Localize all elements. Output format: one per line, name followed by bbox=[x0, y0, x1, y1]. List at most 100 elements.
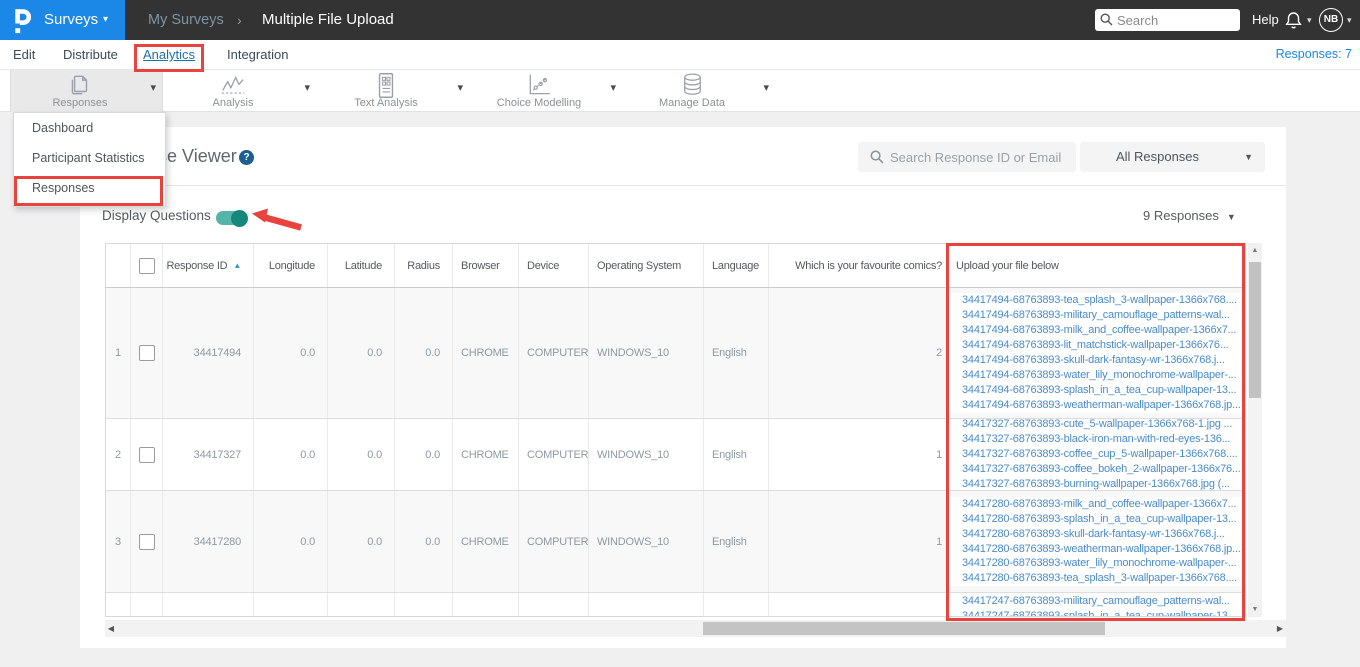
toolbar-choice-modelling[interactable]: Choice Modelling ▾ bbox=[469, 70, 622, 112]
scroll-left-button[interactable]: ◀ bbox=[105, 620, 117, 637]
cell-language bbox=[704, 593, 769, 616]
cell-longitude: 0.0 bbox=[254, 288, 328, 418]
cell-radius: 0.0 bbox=[395, 288, 453, 418]
cell-cbx bbox=[131, 593, 163, 616]
sort-ascending-icon: ▲ bbox=[233, 261, 241, 270]
header-cell[interactable]: Response ID ▲ bbox=[163, 244, 254, 287]
column-header-response-id[interactable]: Response ID bbox=[166, 260, 227, 272]
scroll-up-button[interactable]: ▲ bbox=[1248, 243, 1262, 258]
cell-browser: CHROME bbox=[453, 491, 519, 592]
tab-distribute[interactable]: Distribute bbox=[63, 40, 118, 69]
column-header-radius[interactable]: Radius bbox=[407, 260, 440, 272]
column-header-operating-system[interactable]: Operating System bbox=[597, 260, 681, 272]
cell-language: English bbox=[704, 419, 769, 490]
cell-longitude: 0.0 bbox=[254, 419, 328, 490]
notifications-chevron-icon[interactable]: ▾ bbox=[1307, 0, 1312, 40]
toolbar-manage-data[interactable]: Manage Data ▾ bbox=[622, 70, 775, 112]
row-checkbox[interactable] bbox=[138, 533, 155, 550]
scroll-right-button[interactable]: ▶ bbox=[1274, 620, 1286, 637]
cell-browser bbox=[453, 593, 519, 616]
vertical-scrollbar: ▲ ▼ bbox=[1248, 243, 1262, 617]
responses-count[interactable]: Responses: 7 bbox=[1276, 40, 1352, 69]
header-cell[interactable]: Which is your favourite comics? bbox=[769, 244, 948, 287]
horizontal-scrollbar-thumb[interactable] bbox=[703, 622, 1105, 635]
header-cell[interactable]: Operating System bbox=[589, 244, 704, 287]
column-header-browser[interactable]: Browser bbox=[461, 260, 500, 272]
cell-language: English bbox=[704, 288, 769, 418]
row-checkbox[interactable] bbox=[138, 345, 155, 361]
cell-language: English bbox=[704, 491, 769, 592]
cell-favourite_comics bbox=[769, 593, 948, 616]
notifications-bell-icon[interactable] bbox=[1285, 11, 1302, 35]
response-search bbox=[858, 142, 1076, 172]
cell-latitude: 0.0 bbox=[328, 491, 395, 592]
divider bbox=[102, 185, 1286, 186]
cell-favourite_comics: 1 bbox=[769, 419, 948, 490]
row-checkbox[interactable] bbox=[138, 446, 155, 463]
header-cell[interactable]: Language bbox=[704, 244, 769, 287]
column-header-which-is-your-favourite-comics-[interactable]: Which is your favourite comics? bbox=[795, 260, 942, 272]
cell-response_id bbox=[163, 593, 254, 616]
chevron-down-icon[interactable]: ▾ bbox=[304, 81, 310, 94]
column-header-longitude[interactable]: Longitude bbox=[269, 260, 315, 272]
global-search-input[interactable] bbox=[1117, 9, 1235, 31]
breadcrumb-my-surveys[interactable]: My Surveys bbox=[148, 0, 224, 40]
cell-device: COMPUTER bbox=[519, 419, 589, 490]
help-link[interactable]: Help bbox=[1252, 0, 1279, 40]
account-chevron-icon[interactable]: ▾ bbox=[1347, 0, 1352, 40]
chevron-down-icon[interactable]: ▾ bbox=[150, 81, 156, 94]
annotation-box-analytics bbox=[134, 44, 204, 72]
menu-item-dashboard[interactable]: Dashboard bbox=[14, 113, 165, 143]
menu-item-participant-statistics[interactable]: Participant Statistics bbox=[14, 143, 165, 173]
header-cell[interactable]: Radius bbox=[395, 244, 453, 287]
response-search-input[interactable] bbox=[890, 142, 1070, 172]
chevron-down-icon[interactable]: ▾ bbox=[763, 81, 769, 94]
cell-favourite_comics: 2 bbox=[769, 288, 948, 418]
responses-icon bbox=[11, 72, 149, 98]
display-questions-label: Display Questions bbox=[102, 208, 211, 223]
select-all-checkbox[interactable] bbox=[138, 257, 155, 274]
cell-cbx bbox=[131, 288, 163, 418]
column-header-device[interactable]: Device bbox=[527, 260, 559, 272]
analytics-toolbar: Responses ▾ Analysis ▾ Text Analysis ▾ Choice … bbox=[0, 70, 1360, 112]
display-questions-toggle[interactable] bbox=[216, 209, 248, 227]
help-icon[interactable]: ? bbox=[239, 150, 254, 165]
horizontal-scrollbar: ◀ ▶ bbox=[105, 620, 1286, 637]
manage-data-icon bbox=[622, 72, 762, 98]
avatar[interactable]: NB bbox=[1319, 8, 1343, 32]
top-bar: Surveys ▾ My Surveys › Multiple File Upl… bbox=[0, 0, 1360, 40]
vertical-scrollbar-thumb[interactable] bbox=[1249, 262, 1261, 398]
responses-count-dropdown[interactable]: 9 Responses ▼ bbox=[1143, 208, 1236, 223]
column-header-language[interactable]: Language bbox=[712, 260, 759, 272]
annotation-arrow bbox=[252, 208, 302, 231]
chevron-down-icon: ▼ bbox=[1226, 212, 1236, 222]
scroll-down-button[interactable]: ▼ bbox=[1248, 602, 1262, 617]
cell-os: WINDOWS_10 bbox=[589, 491, 704, 592]
header-cell[interactable] bbox=[106, 244, 131, 287]
header-cell[interactable]: Device bbox=[519, 244, 589, 287]
tab-edit[interactable]: Edit bbox=[13, 40, 35, 69]
toolbar-text-analysis[interactable]: Text Analysis ▾ bbox=[316, 70, 469, 112]
search-icon bbox=[870, 150, 884, 164]
surveys-product-menu[interactable]: Surveys ▾ bbox=[0, 0, 125, 40]
column-header-latitude[interactable]: Latitude bbox=[345, 260, 382, 272]
text-analysis-icon bbox=[316, 72, 456, 98]
cell-num: 2 bbox=[106, 419, 131, 490]
page: Surveys ▾ My Surveys › Multiple File Upl… bbox=[0, 0, 1360, 667]
header-cell[interactable]: Longitude bbox=[254, 244, 328, 287]
header-cell[interactable]: Latitude bbox=[328, 244, 395, 287]
questionpro-logo-icon bbox=[13, 7, 33, 39]
toolbar-analysis[interactable]: Analysis ▾ bbox=[163, 70, 316, 112]
cell-cbx bbox=[131, 419, 163, 490]
header-cell[interactable]: Browser bbox=[453, 244, 519, 287]
cell-latitude bbox=[328, 593, 395, 616]
cell-favourite_comics: 1 bbox=[769, 491, 948, 592]
chevron-down-icon[interactable]: ▾ bbox=[457, 81, 463, 94]
chevron-down-icon[interactable]: ▾ bbox=[610, 81, 616, 94]
response-filter-dropdown[interactable]: All Responses ▼ bbox=[1080, 142, 1265, 172]
cell-radius: 0.0 bbox=[395, 491, 453, 592]
cell-browser: CHROME bbox=[453, 288, 519, 418]
tab-integration[interactable]: Integration bbox=[227, 40, 288, 69]
toolbar-responses[interactable]: Responses ▾ bbox=[10, 70, 163, 112]
cell-response_id: 34417327 bbox=[163, 419, 254, 490]
